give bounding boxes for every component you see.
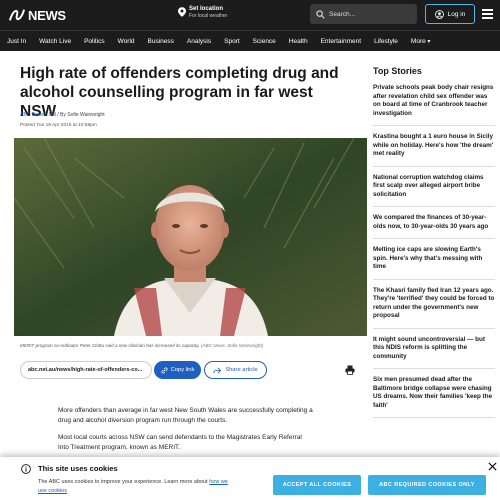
- copy-link-button[interactable]: Copy link: [154, 361, 201, 379]
- share-icon: [213, 366, 222, 374]
- location-pin-icon: [178, 7, 186, 17]
- source-link[interactable]: ABC Broken Hill: [20, 112, 56, 118]
- caption-credit: (ABC News: Sofie Wainwright): [200, 343, 264, 348]
- user-icon: [434, 9, 444, 19]
- search-icon: [316, 9, 325, 19]
- set-location-sublabel: For local weather: [189, 13, 228, 19]
- print-icon[interactable]: [345, 365, 355, 375]
- portrait-image: [14, 138, 367, 336]
- top-story-item[interactable]: Private schools peak body chair resigns …: [373, 84, 495, 126]
- top-story-item[interactable]: Melting ice caps are slowing Earth's spi…: [373, 246, 495, 280]
- top-story-item[interactable]: Six men presumed dead after the Baltimor…: [373, 376, 495, 418]
- top-story-item[interactable]: It might sound uncontroversial — but thi…: [373, 336, 495, 369]
- nav-item-entertainment[interactable]: Entertainment: [321, 38, 361, 45]
- author-name: / By Sofie Wainwright: [57, 112, 105, 118]
- nav-item-business[interactable]: Business: [148, 38, 174, 45]
- top-story-item[interactable]: We compared the finances of 30-year-olds…: [373, 214, 495, 239]
- top-bar: NEWS Set location For local weather Log …: [0, 0, 500, 30]
- share-article-button[interactable]: Share article: [204, 361, 267, 379]
- byline: ABC Broken Hill / By Sofie Wainwright: [20, 112, 105, 118]
- article-photo: [14, 138, 367, 336]
- nav-item-science[interactable]: Science: [253, 38, 276, 45]
- top-stories-list: Private schools peak body chair resigns …: [373, 84, 495, 425]
- main-nav: Just In Watch Live Politics World Busine…: [0, 30, 500, 51]
- search-box[interactable]: [310, 4, 417, 24]
- nav-item-more[interactable]: More: [411, 38, 431, 45]
- close-icon[interactable]: [488, 462, 497, 471]
- login-label: Log in: [447, 10, 466, 18]
- nav-item-watch-live[interactable]: Watch Live: [39, 38, 71, 45]
- share-url-field[interactable]: abc.net.au/news/high-rate-of-offenders-c…: [20, 361, 152, 379]
- set-location-label: Set location: [189, 6, 224, 12]
- copy-link-label: Copy link: [170, 367, 195, 373]
- cookie-title: This site uses cookies: [38, 464, 118, 473]
- login-button[interactable]: Log in: [425, 4, 475, 24]
- accept-all-cookies-button[interactable]: ACCEPT ALL COOKIES: [273, 475, 361, 495]
- nav-item-lifestyle[interactable]: Lifestyle: [374, 38, 398, 45]
- top-story-item[interactable]: The Khasri family fled Iran 12 years ago…: [373, 287, 495, 329]
- cookie-text: The ABC uses cookies to improve your exp…: [38, 479, 208, 485]
- abc-logo-icon: [8, 9, 26, 21]
- info-icon: [21, 464, 31, 474]
- top-story-item[interactable]: Krastina bought a 1 euro house in Sicily…: [373, 133, 495, 167]
- article-paragraph-1: More offenders than average in far west …: [58, 407, 313, 424]
- required-cookies-only-button[interactable]: ABC REQUIRED COOKIES ONLY: [368, 475, 486, 495]
- abc-news-logo[interactable]: NEWS: [8, 7, 66, 23]
- nav-item-health[interactable]: Health: [289, 38, 308, 45]
- nav-item-politics[interactable]: Politics: [84, 38, 105, 45]
- logo-text: NEWS: [28, 7, 66, 23]
- top-stories-title: Top Stories: [373, 66, 422, 76]
- search-input[interactable]: [329, 10, 409, 18]
- nav-item-world[interactable]: World: [118, 38, 135, 45]
- share-article-label: Share article: [225, 367, 258, 373]
- posted-date: Posted Tue 19 Apr 2016 at 10:58pm: [20, 123, 97, 128]
- nav-item-analysis[interactable]: Analysis: [187, 38, 211, 45]
- link-icon: [161, 367, 168, 373]
- article-paragraph-2: Most local courts across NSW can send de…: [58, 434, 302, 451]
- menu-icon[interactable]: [482, 9, 493, 19]
- set-location-button[interactable]: Set location For local weather: [178, 5, 227, 20]
- photo-caption: MERIT program co-ordinator Peter Clottu …: [20, 343, 263, 348]
- top-story-item[interactable]: National corruption watchdog claims firs…: [373, 174, 495, 207]
- nav-item-just-in[interactable]: Just In: [7, 38, 26, 45]
- cookie-text-block: The ABC uses cookies to improve your exp…: [38, 478, 238, 496]
- nav-item-sport[interactable]: Sport: [224, 38, 240, 45]
- caption-text: MERIT program co-ordinator Peter Clottu …: [20, 343, 200, 348]
